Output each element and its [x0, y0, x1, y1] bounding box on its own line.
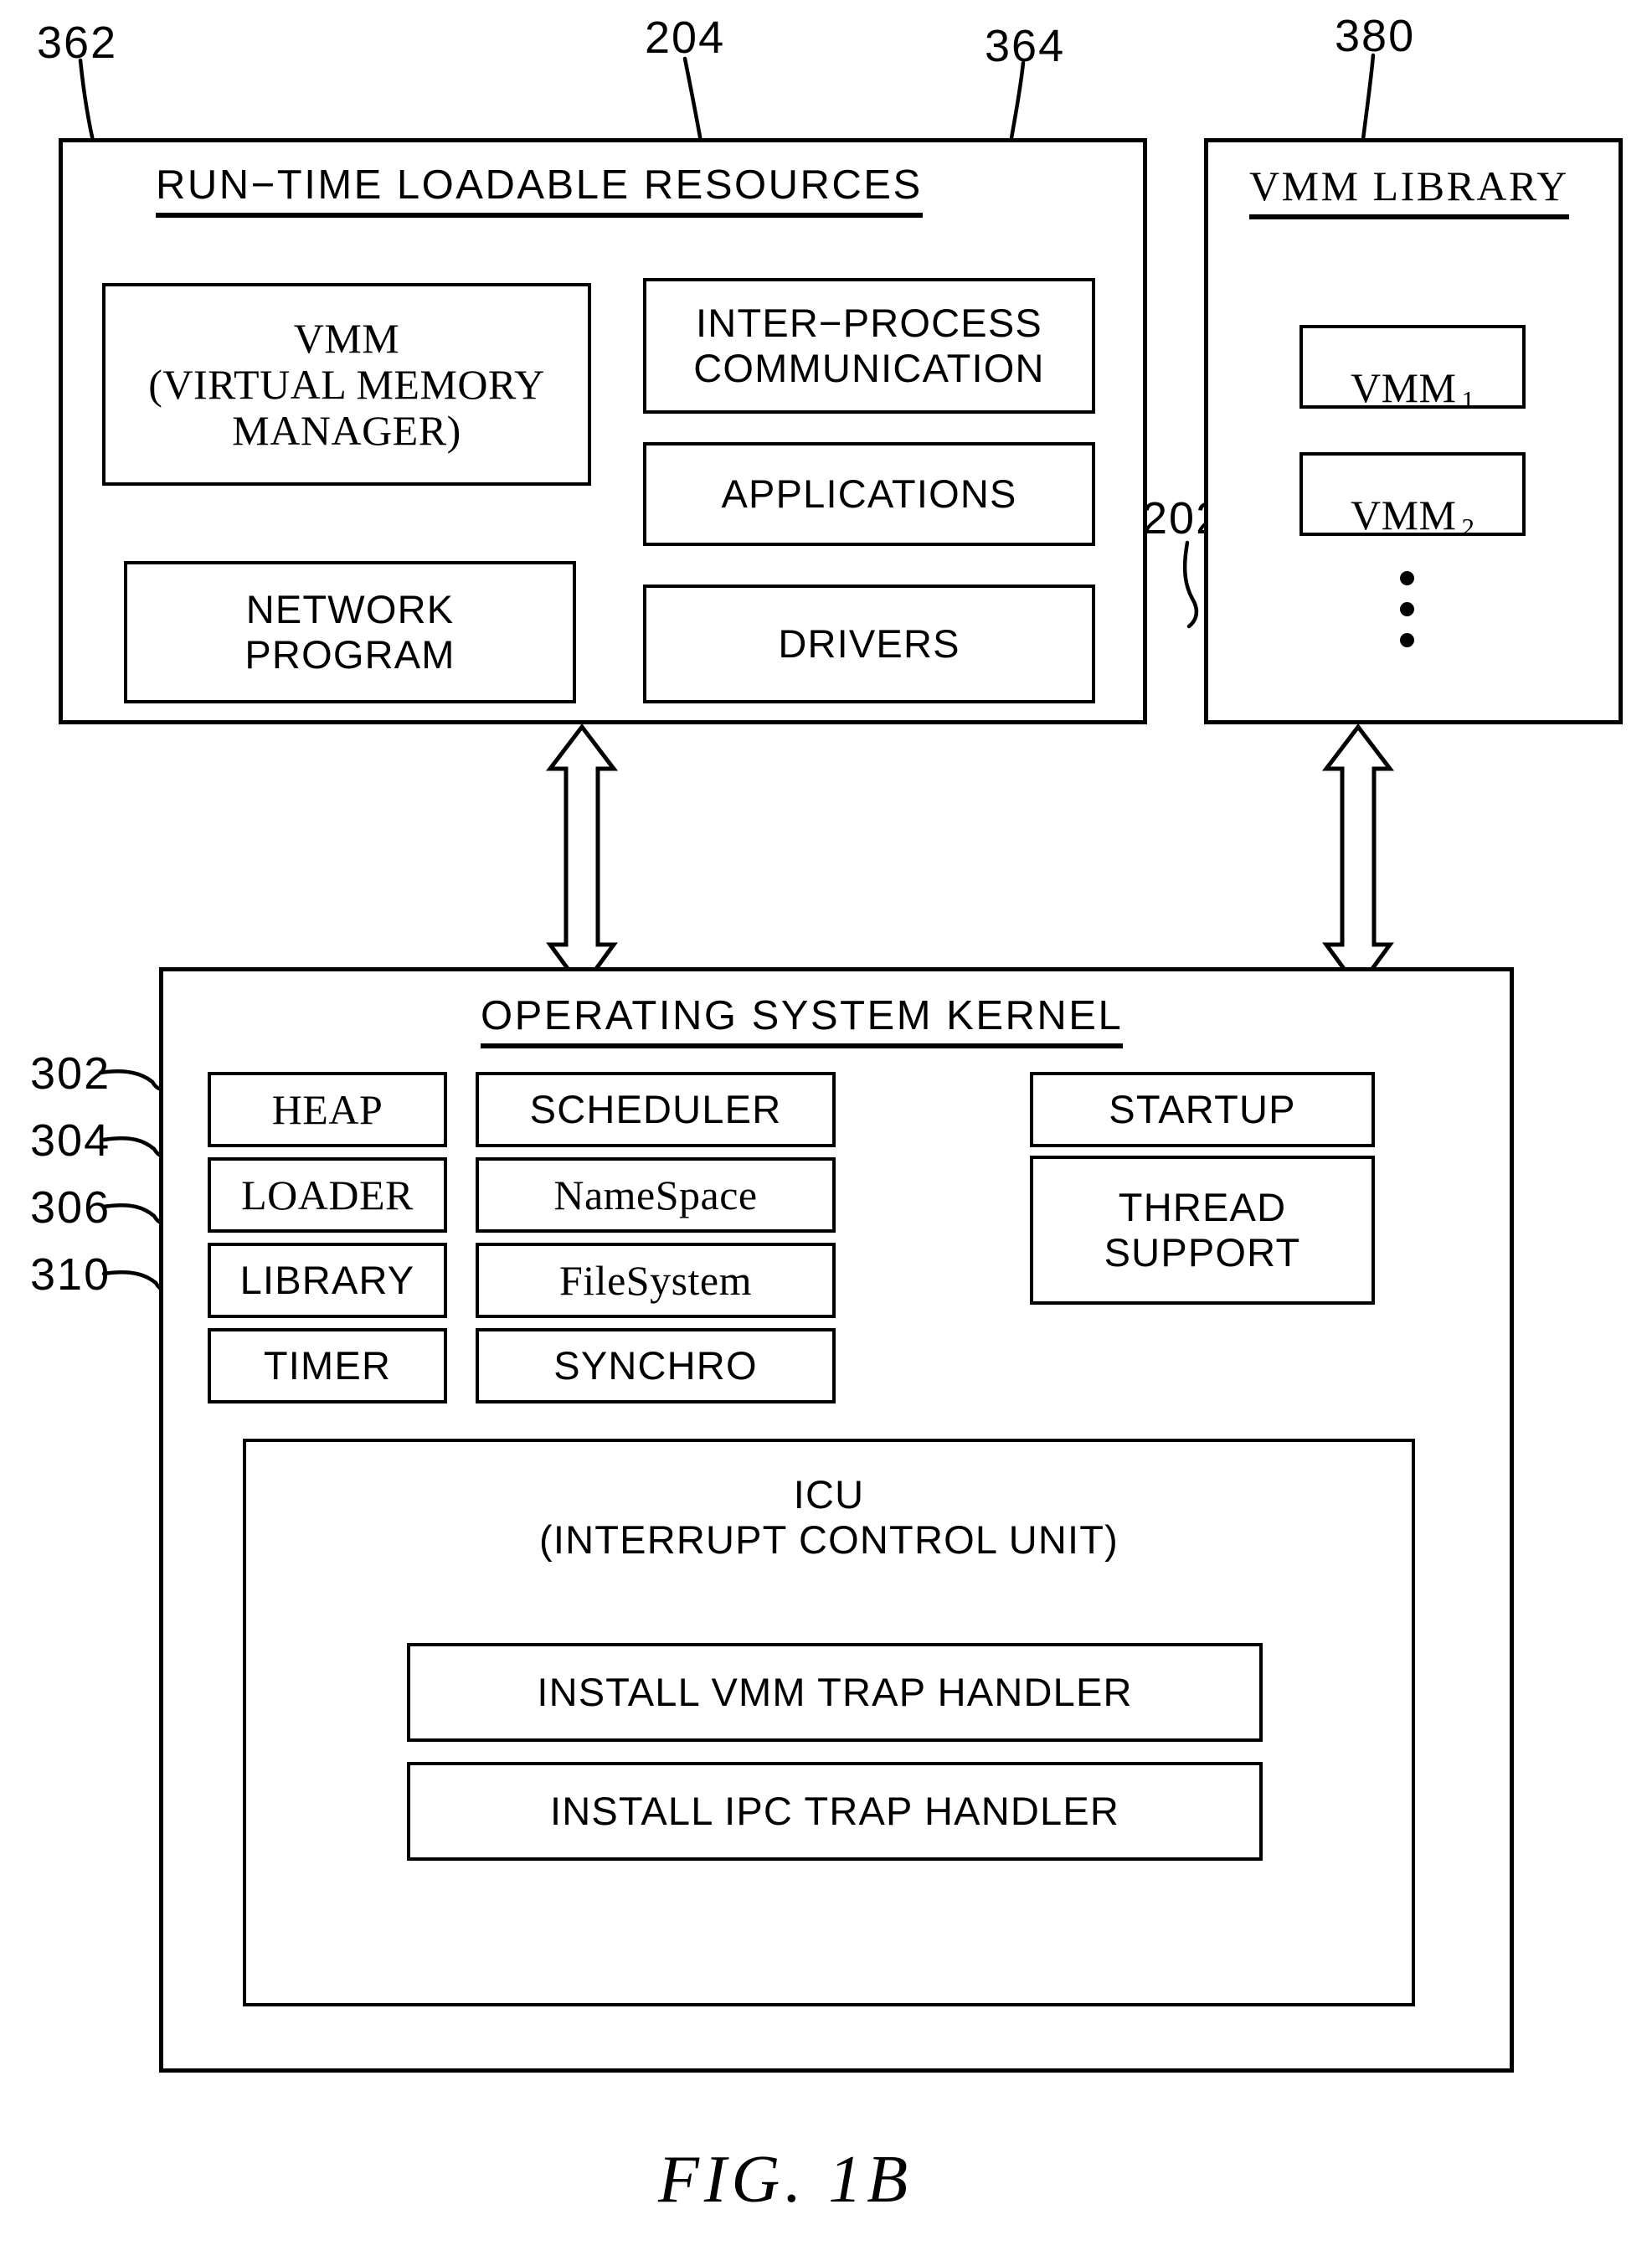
ref-310: 310 [30, 1249, 111, 1300]
ref-304: 304 [30, 1115, 111, 1166]
arrow-resources-kernel [545, 723, 619, 992]
box-namespace-label: NameSpace [553, 1171, 758, 1218]
runtime-resources-title: RUN−TIME LOADABLE RESOURCES [156, 163, 923, 219]
box-loader-label: LOADER [241, 1171, 414, 1218]
box-vmm-1: VMM 1 [1299, 325, 1526, 415]
box-scheduler-label: SCHEDULER [529, 1087, 782, 1132]
ref-364: 364 [985, 21, 1066, 71]
box-thread-support: THREAD SUPPORT [1030, 1156, 1375, 1305]
vmm-library-ellipsis-icon [1400, 571, 1414, 647]
ref-302: 302 [30, 1048, 111, 1099]
box-vmm-2-index: 2 [1461, 512, 1475, 543]
box-install-vmm-trap-handler: INSTALL VMM TRAP HANDLER [407, 1643, 1263, 1742]
ref-204: 204 [645, 13, 726, 63]
ref-362: 362 [37, 18, 118, 68]
box-drivers-label: DRIVERS [778, 621, 960, 667]
box-vmm-virtual-memory-manager: VMM (VIRTUAL MEMORY MANAGER) [102, 283, 591, 486]
box-filesystem: FileSystem [476, 1243, 836, 1318]
box-drivers: DRIVERS [643, 585, 1095, 703]
os-kernel-title: OPERATING SYSTEM KERNEL [481, 994, 1124, 1049]
box-startup-label: STARTUP [1109, 1087, 1296, 1132]
box-library-label: LIBRARY [239, 1258, 415, 1303]
patent-figure-page: 362 204 364 380 370 368 366 202 302 304 … [0, 0, 1652, 2261]
box-loader: LOADER [208, 1157, 447, 1233]
box-applications: APPLICATIONS [643, 442, 1095, 546]
box-vmm-2-name: VMM [1350, 491, 1457, 538]
box-synchro-label: SYNCHRO [553, 1343, 758, 1388]
box-vmm-1-name: VMM [1350, 363, 1457, 411]
box-vmm-1-index: 1 [1461, 385, 1475, 415]
figure-caption: FIG. 1B [658, 2143, 913, 2217]
box-network-program-label: NETWORK PROGRAM [244, 587, 455, 677]
box-synchro: SYNCHRO [476, 1328, 836, 1403]
box-heap-label: HEAP [271, 1085, 383, 1133]
box-vmm-2: VMM 2 [1299, 452, 1526, 542]
arrow-vmmlibrary-kernel [1321, 723, 1395, 992]
box-timer: TIMER [208, 1328, 447, 1403]
box-applications-label: APPLICATIONS [721, 471, 1017, 517]
box-namespace: NameSpace [476, 1157, 836, 1233]
box-filesystem-label: FileSystem [558, 1256, 753, 1304]
box-heap: HEAP [208, 1072, 447, 1147]
ref-380: 380 [1335, 11, 1416, 61]
box-install-vmm-trap-handler-label: INSTALL VMM TRAP HANDLER [537, 1670, 1133, 1715]
box-network-program: NETWORK PROGRAM [124, 561, 576, 703]
box-icu-title: ICU (INTERRUPT CONTROL UNIT) [538, 1472, 1119, 1562]
box-install-ipc-trap-handler-label: INSTALL IPC TRAP HANDLER [549, 1789, 1120, 1834]
box-scheduler: SCHEDULER [476, 1072, 836, 1147]
box-timer-label: TIMER [263, 1343, 392, 1388]
box-startup: STARTUP [1030, 1072, 1375, 1147]
box-ipc-label: INTER−PROCESS COMMUNICATION [693, 301, 1045, 390]
ref-306: 306 [30, 1182, 111, 1233]
box-thread-support-label: THREAD SUPPORT [1104, 1185, 1301, 1275]
box-inter-process-communication: INTER−PROCESS COMMUNICATION [643, 278, 1095, 414]
box-vmm-label: VMM (VIRTUAL MEMORY MANAGER) [148, 314, 545, 454]
box-install-ipc-trap-handler: INSTALL IPC TRAP HANDLER [407, 1762, 1263, 1861]
vmm-library-title: VMM LIBRARY [1249, 164, 1569, 219]
box-library: LIBRARY [208, 1243, 447, 1318]
